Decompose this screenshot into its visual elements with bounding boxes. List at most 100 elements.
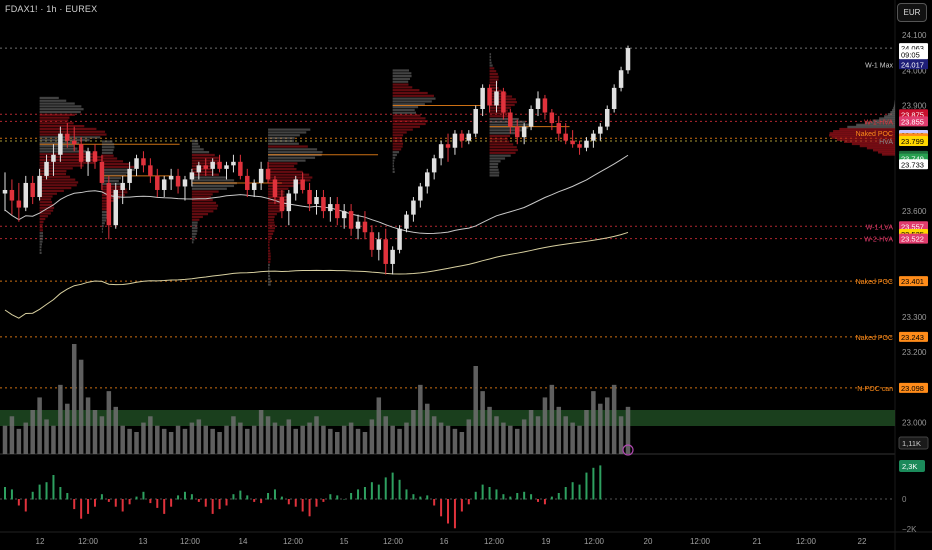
candle[interactable] (182, 175, 188, 201)
currency-button[interactable]: EUR (897, 3, 927, 22)
volume-profile-bar (101, 225, 104, 228)
candle[interactable] (376, 232, 382, 261)
candle[interactable] (369, 225, 375, 257)
volume-profile-bar (39, 220, 44, 223)
volume-profile-bar (191, 167, 212, 171)
candle[interactable] (120, 175, 125, 205)
candle[interactable] (335, 197, 340, 226)
candle[interactable] (514, 119, 520, 145)
volume-bar (542, 397, 548, 454)
volume-profile-bar (191, 184, 235, 188)
candle[interactable] (16, 182, 22, 222)
candle-body (542, 98, 548, 113)
candle[interactable] (570, 130, 575, 148)
candle[interactable] (321, 189, 326, 219)
candle[interactable] (314, 189, 319, 215)
candle[interactable] (611, 84, 617, 113)
candle[interactable] (161, 175, 167, 198)
volume-bar (217, 432, 222, 454)
candle[interactable] (397, 225, 402, 254)
oscillator-bar (405, 489, 408, 500)
volume-profile-bar (101, 146, 115, 149)
volume-profile-bar (268, 184, 296, 188)
candle[interactable] (535, 91, 541, 117)
candle[interactable] (148, 158, 153, 183)
candle[interactable] (9, 179, 15, 215)
volume-profile-bar (39, 119, 69, 122)
candle[interactable] (92, 144, 98, 169)
volume-profile-bar (268, 128, 311, 131)
volume-profile-bar (489, 112, 508, 115)
candle[interactable] (459, 130, 465, 148)
candle[interactable] (85, 147, 91, 176)
candle[interactable] (591, 130, 596, 148)
oscillator-bar (460, 499, 463, 512)
candle[interactable] (2, 172, 8, 212)
candle[interactable] (231, 154, 236, 173)
candle[interactable] (78, 137, 84, 169)
candle[interactable] (30, 175, 35, 205)
composite-profile-bar (877, 151, 895, 154)
candle[interactable] (390, 246, 395, 275)
price-tag-label: 23.098 (901, 384, 924, 393)
volume-profile-bar (268, 165, 295, 168)
candle-body (44, 161, 49, 176)
oscillator-bar (24, 499, 27, 512)
candle[interactable] (245, 168, 250, 198)
candle[interactable] (577, 140, 582, 155)
price-tag-label: 23.522 (901, 235, 924, 244)
candle[interactable] (355, 214, 361, 240)
volume-bar (155, 425, 160, 454)
volume-profile-bar (268, 145, 308, 148)
volume-profile-bar (268, 238, 271, 241)
volume-profile-bar (268, 252, 271, 255)
volume-profile-bar (39, 96, 59, 100)
composite-profile-bar (893, 104, 895, 108)
candle[interactable] (556, 116, 562, 141)
candle[interactable] (23, 175, 29, 212)
candle[interactable] (348, 204, 354, 236)
volume-profile-bar (268, 134, 300, 137)
candle[interactable] (175, 168, 181, 194)
volume-bar (514, 428, 520, 454)
candle[interactable] (473, 105, 478, 138)
candle[interactable] (44, 154, 49, 180)
candle[interactable] (155, 168, 160, 198)
candle[interactable] (362, 211, 368, 240)
candle[interactable] (293, 175, 298, 201)
candle[interactable] (134, 154, 139, 176)
candle[interactable] (341, 204, 347, 229)
oscillator-tag-label: 2,3K (902, 462, 917, 471)
candle[interactable] (425, 168, 430, 194)
candle[interactable] (584, 137, 589, 152)
candle[interactable] (618, 66, 624, 92)
time-axis-label: 12 (36, 537, 45, 546)
candle[interactable] (328, 197, 333, 222)
candle[interactable] (542, 94, 548, 120)
candle[interactable] (106, 175, 112, 240)
price-chart[interactable]: 24.10024.00023.90023.60023.30023.20023.0… (0, 0, 932, 550)
candle[interactable] (286, 189, 292, 226)
candle[interactable] (418, 182, 423, 208)
candle[interactable] (528, 105, 534, 131)
candle[interactable] (625, 45, 631, 74)
candle[interactable] (411, 197, 416, 222)
volume-bar (431, 416, 437, 454)
candle[interactable] (238, 154, 243, 180)
candle[interactable] (383, 228, 388, 275)
candle[interactable] (431, 154, 437, 180)
candle[interactable] (480, 84, 485, 117)
candle[interactable] (258, 161, 264, 190)
candle[interactable] (438, 140, 444, 166)
candle[interactable] (251, 179, 257, 198)
candle[interactable] (141, 151, 146, 173)
candle[interactable] (404, 211, 409, 233)
candle[interactable] (604, 105, 610, 131)
volume-profile-bar (39, 136, 101, 139)
candle[interactable] (466, 130, 472, 145)
candle[interactable] (452, 130, 458, 155)
candle[interactable] (168, 168, 174, 190)
candle[interactable] (501, 87, 506, 120)
volume-profile-bar (191, 204, 219, 207)
volume-profile-bar (489, 171, 500, 174)
